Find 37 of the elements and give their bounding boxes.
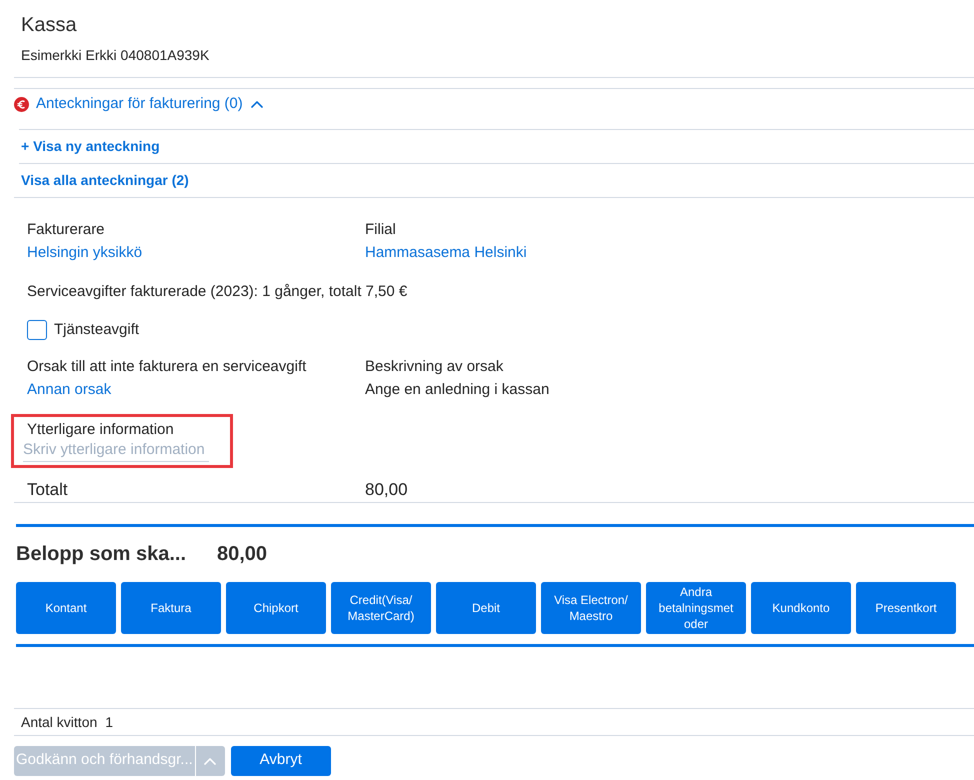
field-value-link[interactable]: Annan orsak	[27, 378, 112, 401]
field-label: Filial	[365, 220, 397, 240]
receipt-count-label: Antal kvitton	[21, 712, 98, 732]
payment-method-button[interactable]: Kontant	[16, 582, 116, 634]
cancel-button[interactable]: Avbryt	[230, 746, 331, 776]
payment-method-button[interactable]: Kundkonto	[751, 582, 851, 634]
field-value-link[interactable]: Hammasasema Helsinki	[365, 241, 527, 264]
payment-method-button[interactable]: Debit	[436, 582, 536, 634]
checkbox-label: Tjänsteavgift	[54, 320, 140, 340]
payment-method-button[interactable]: Andra betalningsmetoder	[646, 582, 746, 634]
field-label: Ytterligare information	[26, 420, 175, 440]
customer-info: Esimerkki Erkki 040801A939K	[20, 46, 210, 65]
payment-method-button[interactable]: Presentkort	[856, 582, 956, 634]
service-fee-summary: Serviceavgifter fakturerade (2023): 1 gånger, totalt 7,50 €	[26, 282, 408, 302]
service-fee-checkbox[interactable]	[27, 320, 47, 340]
field-label: Fakturerare	[27, 220, 106, 240]
notes-link[interactable]: Visa alla anteckningar (2)	[21, 172, 189, 188]
notes-toggle-link[interactable]: Anteckningar för fakturering (0)	[36, 94, 263, 114]
payment-method-button[interactable]: Chipkort	[226, 582, 326, 634]
payment-method-button[interactable]: Faktura	[121, 582, 221, 634]
euro-icon	[14, 96, 29, 112]
total-value: 80,00	[365, 480, 408, 498]
field-label: Beskrivning av orsak	[365, 357, 504, 377]
chevron-up-icon	[204, 756, 216, 764]
field-label: Orsak till att inte fakturera en serviceavgift	[27, 357, 308, 377]
payment-method-button[interactable]: Credit(Visa/MasterCard)	[331, 582, 431, 634]
field-value-link[interactable]: Helsingin yksikkö	[27, 241, 142, 264]
additional-info-field[interactable]: Skriv ytterligare information	[23, 440, 209, 462]
amount-due-label: Belopp som ska...	[16, 542, 186, 564]
notes-link[interactable]: + Visa ny anteckning	[21, 138, 160, 154]
dropdown-toggle-button[interactable]	[196, 746, 225, 776]
total-label: Totalt	[27, 480, 68, 498]
page-title: Kassa	[20, 13, 78, 38]
payment-method-button[interactable]: Visa Electron/Maestro	[541, 582, 641, 634]
receipt-count-value: 1	[105, 712, 114, 732]
amount-due-value: 80,00	[217, 542, 268, 566]
field-value: Ange en anledning i kassan	[365, 380, 550, 400]
